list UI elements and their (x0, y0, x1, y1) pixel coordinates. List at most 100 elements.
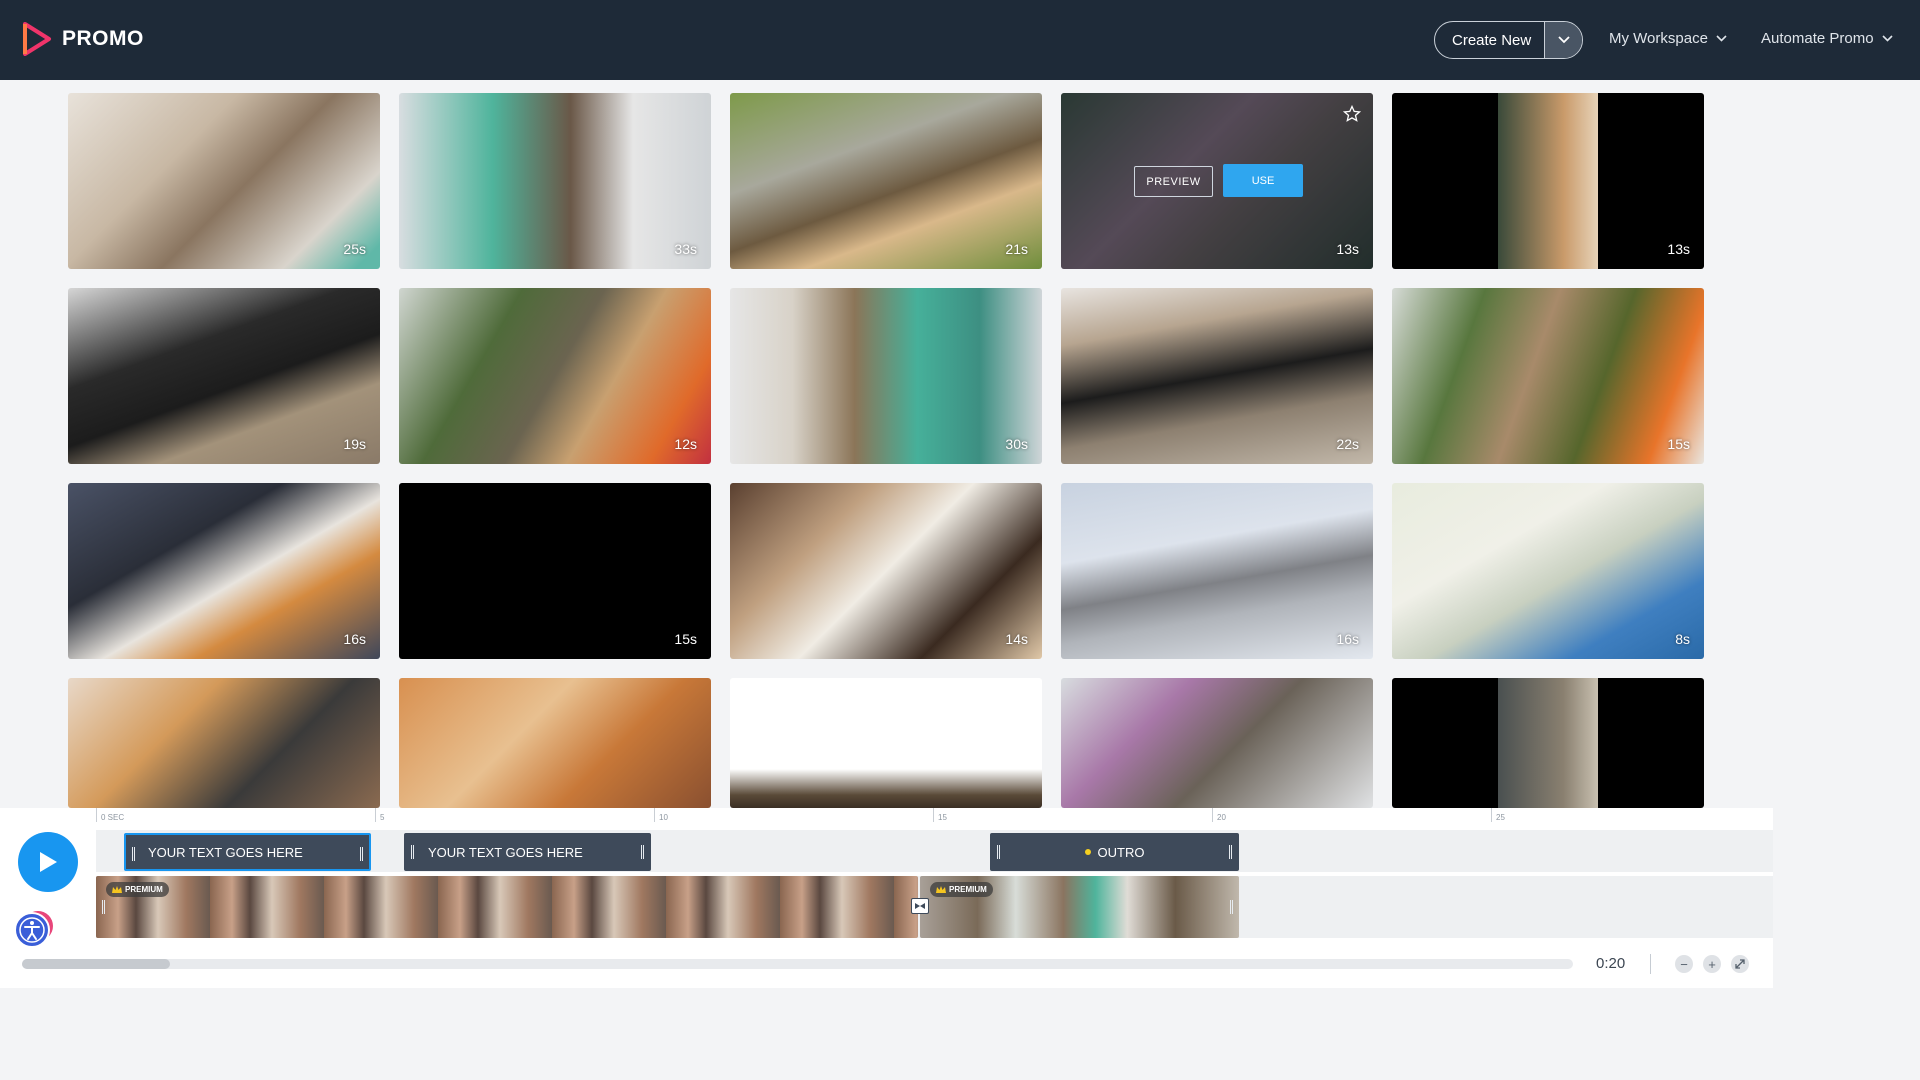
accessibility-button[interactable] (12, 906, 56, 950)
premium-label: PREMIUM (949, 885, 987, 894)
transition-icon[interactable] (911, 898, 929, 914)
video-thumbnail[interactable]: 25s (68, 93, 380, 269)
ruler-tick: 0 SEC (96, 808, 124, 822)
video-thumbnail[interactable]: 12s (399, 288, 711, 464)
ruler-tick: 10 (654, 808, 668, 822)
crown-icon (936, 885, 946, 893)
automate-promo-label[interactable]: Automate Promo (1761, 30, 1874, 47)
duration-label: 8s (1675, 631, 1690, 647)
divider (1650, 954, 1651, 974)
timeline-scroll-thumb[interactable] (22, 959, 170, 969)
duration-label: 15s (674, 631, 697, 647)
logo-text: PROMO (62, 27, 144, 50)
duration-label: 16s (343, 631, 366, 647)
timeline-duration: 0:20 (1596, 955, 1626, 972)
video-track: PREMIUM PREMIUM (96, 876, 1773, 938)
text-clip-label: YOUR TEXT GOES HERE (428, 844, 583, 860)
timeline-scrollbar[interactable] (22, 959, 1573, 969)
duration-label: 13s (1667, 241, 1690, 257)
create-new-dropdown-toggle[interactable] (1544, 22, 1582, 58)
ruler-tick: 15 (933, 808, 947, 822)
accessibility-icon (14, 911, 53, 948)
video-thumbnail[interactable] (1061, 678, 1373, 808)
video-thumbnail[interactable]: 8s (1392, 483, 1704, 659)
duration-label: 14s (1005, 631, 1028, 647)
text-clip-label: YOUR TEXT GOES HERE (148, 844, 303, 860)
duration-label: 13s (1336, 241, 1359, 257)
text-track: YOUR TEXT GOES HERE YOUR TEXT GOES HERE … (96, 830, 1773, 872)
expand-icon (1735, 959, 1745, 969)
duration-label: 19s (343, 436, 366, 452)
video-clip[interactable]: PREMIUM (920, 876, 1239, 938)
duration-label: 22s (1336, 436, 1359, 452)
duration-label: 21s (1005, 241, 1028, 257)
video-thumbnail[interactable]: 14s (730, 483, 1042, 659)
duration-label: 15s (1667, 436, 1690, 452)
ruler-tick: 25 (1491, 808, 1505, 822)
duration-label: 30s (1005, 436, 1028, 452)
video-thumbnail[interactable] (730, 678, 1042, 808)
outro-dot-icon (1084, 849, 1091, 855)
video-thumbnail[interactable] (399, 678, 711, 808)
promo-logo-icon (23, 22, 51, 56)
outro-clip[interactable]: OUTRO (990, 833, 1239, 871)
video-thumbnail[interactable]: 21s (730, 93, 1042, 269)
video-thumbnail[interactable]: 15s (1392, 288, 1704, 464)
video-thumbnail[interactable]: 15s (399, 483, 711, 659)
video-thumbnail[interactable]: 33s (399, 93, 711, 269)
star-icon[interactable] (1343, 105, 1361, 123)
timeline-editor: 0 SEC 5 10 15 20 25 YOUR TEXT GOES HERE … (0, 808, 1773, 988)
premium-badge: PREMIUM (106, 882, 169, 897)
chevron-down-icon (1558, 36, 1570, 44)
automate-promo-menu[interactable]: Automate Promo (1761, 30, 1893, 47)
video-thumbnail[interactable] (68, 678, 380, 808)
top-nav-bar: PROMO Create New My Workspace Automate P… (0, 0, 1920, 80)
outro-label: OUTRO (1097, 844, 1145, 860)
use-button[interactable]: USE (1223, 164, 1303, 197)
text-clip[interactable]: YOUR TEXT GOES HERE (124, 833, 371, 871)
clip-trim-handle[interactable] (102, 900, 105, 914)
video-thumbnail[interactable]: 22s (1061, 288, 1373, 464)
video-clip[interactable]: PREMIUM (96, 876, 918, 938)
my-workspace-label[interactable]: My Workspace (1609, 30, 1708, 47)
video-thumbnail[interactable]: 13s (1392, 93, 1704, 269)
clip-trim-handle[interactable] (997, 845, 1000, 859)
duration-label: 12s (674, 436, 697, 452)
premium-label: PREMIUM (125, 885, 163, 894)
premium-badge: PREMIUM (930, 882, 993, 897)
clip-trim-handle[interactable] (132, 847, 135, 861)
zoom-out-button[interactable]: − (1675, 955, 1693, 973)
clip-trim-handle[interactable] (641, 845, 644, 859)
clip-trim-handle[interactable] (1230, 900, 1233, 914)
video-thumbnail[interactable]: 16s (68, 483, 380, 659)
hover-overlay (1061, 93, 1373, 269)
create-new-label[interactable]: Create New (1435, 32, 1544, 49)
duration-label: 33s (674, 241, 697, 257)
play-icon (40, 852, 57, 872)
create-new-button[interactable]: Create New (1434, 21, 1583, 59)
preview-button[interactable]: PREVIEW (1134, 166, 1213, 197)
video-thumbnail[interactable] (1392, 678, 1704, 808)
chevron-down-icon (1716, 35, 1727, 42)
promo-logo[interactable]: PROMO (22, 22, 144, 56)
video-thumbnail[interactable]: 16s (1061, 483, 1373, 659)
timeline-ruler: 0 SEC 5 10 15 20 25 (96, 808, 1773, 826)
zoom-in-button[interactable]: + (1703, 955, 1721, 973)
my-workspace-menu[interactable]: My Workspace (1609, 30, 1727, 47)
clip-trim-handle[interactable] (1229, 845, 1232, 859)
video-thumbnail-hovered[interactable]: PREVIEW USE 13s (1061, 93, 1373, 269)
play-button[interactable] (18, 832, 78, 892)
ruler-tick: 20 (1212, 808, 1226, 822)
text-clip[interactable]: YOUR TEXT GOES HERE (404, 833, 651, 871)
clip-trim-handle[interactable] (411, 845, 414, 859)
video-thumbnail[interactable]: 19s (68, 288, 380, 464)
fit-to-screen-button[interactable] (1731, 955, 1749, 973)
duration-label: 25s (343, 241, 366, 257)
crown-icon (112, 885, 122, 893)
video-thumbnail[interactable]: 30s (730, 288, 1042, 464)
clip-trim-handle[interactable] (360, 847, 363, 861)
duration-label: 16s (1336, 631, 1359, 647)
transition-icon (915, 903, 925, 909)
chevron-down-icon (1881, 35, 1893, 42)
ruler-tick: 5 (375, 808, 384, 822)
